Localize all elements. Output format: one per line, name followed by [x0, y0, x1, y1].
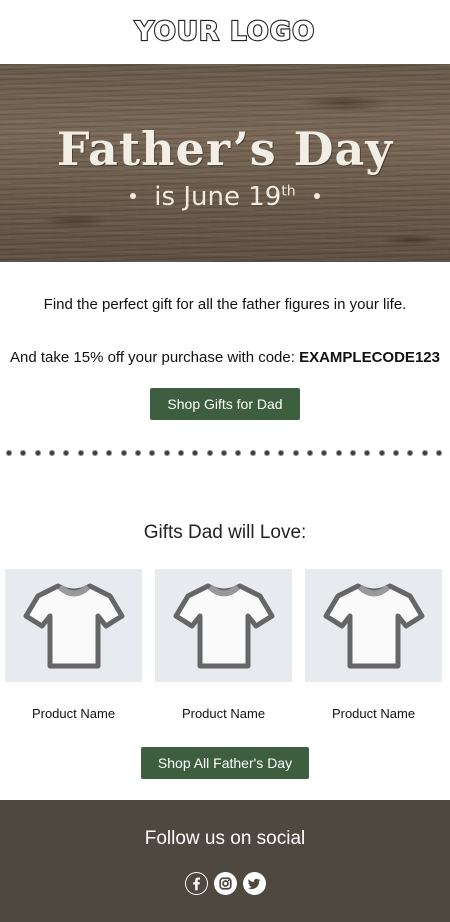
- product-name[interactable]: Product Name: [5, 706, 142, 721]
- product-card[interactable]: Product Name: [305, 569, 442, 721]
- tshirt-icon: [23, 583, 124, 668]
- email-page: YOUR LOGO Father’s Day is June 19th Find…: [0, 0, 450, 922]
- shop-gifts-button[interactable]: Shop Gifts for Dad: [150, 388, 300, 420]
- gifts-title: Gifts Dad will Love:: [143, 522, 307, 543]
- promo-line: And take 15% off your purchase with code…: [0, 313, 450, 366]
- bullet-dot: [313, 192, 320, 199]
- product-name[interactable]: Product Name: [305, 706, 442, 721]
- product-card[interactable]: Product Name: [5, 569, 142, 721]
- tshirt-icon: [173, 583, 274, 668]
- footer: Follow us on social: [0, 800, 450, 922]
- shop-all-button[interactable]: Shop All Father's Day: [140, 747, 310, 779]
- instagram-icon[interactable]: [213, 872, 237, 895]
- product-name[interactable]: Product Name: [155, 706, 292, 721]
- dotted-divider: [0, 450, 450, 470]
- logo[interactable]: YOUR LOGO: [134, 16, 316, 48]
- promo-code: EXAMPLECODE123: [299, 349, 440, 366]
- product-image[interactable]: [305, 569, 442, 682]
- hero-date-suffix: th: [281, 183, 296, 200]
- product-image[interactable]: [5, 569, 142, 682]
- hero-banner[interactable]: Father’s Day is June 19th: [0, 64, 450, 262]
- promo-text: And take 15% off your purchase with code…: [10, 349, 300, 366]
- product-card[interactable]: Product Name: [155, 569, 292, 721]
- intro: Find the perfect gift for all the father…: [0, 262, 450, 366]
- tshirt-icon: [323, 583, 424, 668]
- hero-subtitle: is June 19th: [0, 182, 450, 212]
- product-image[interactable]: [155, 569, 292, 682]
- header: YOUR LOGO: [0, 0, 450, 64]
- twitter-icon[interactable]: [242, 872, 266, 895]
- follow-heading: Follow us on social: [144, 828, 306, 849]
- facebook-icon[interactable]: [184, 872, 208, 895]
- product-grid: Product Name Product Name Product Name: [0, 569, 450, 721]
- hero-date: is June 19: [154, 182, 282, 212]
- bullet-dot: [130, 192, 137, 199]
- intro-line: Find the perfect gift for all the father…: [43, 296, 407, 313]
- social-links: [0, 872, 450, 895]
- hero-title: Father’s Day: [56, 122, 394, 176]
